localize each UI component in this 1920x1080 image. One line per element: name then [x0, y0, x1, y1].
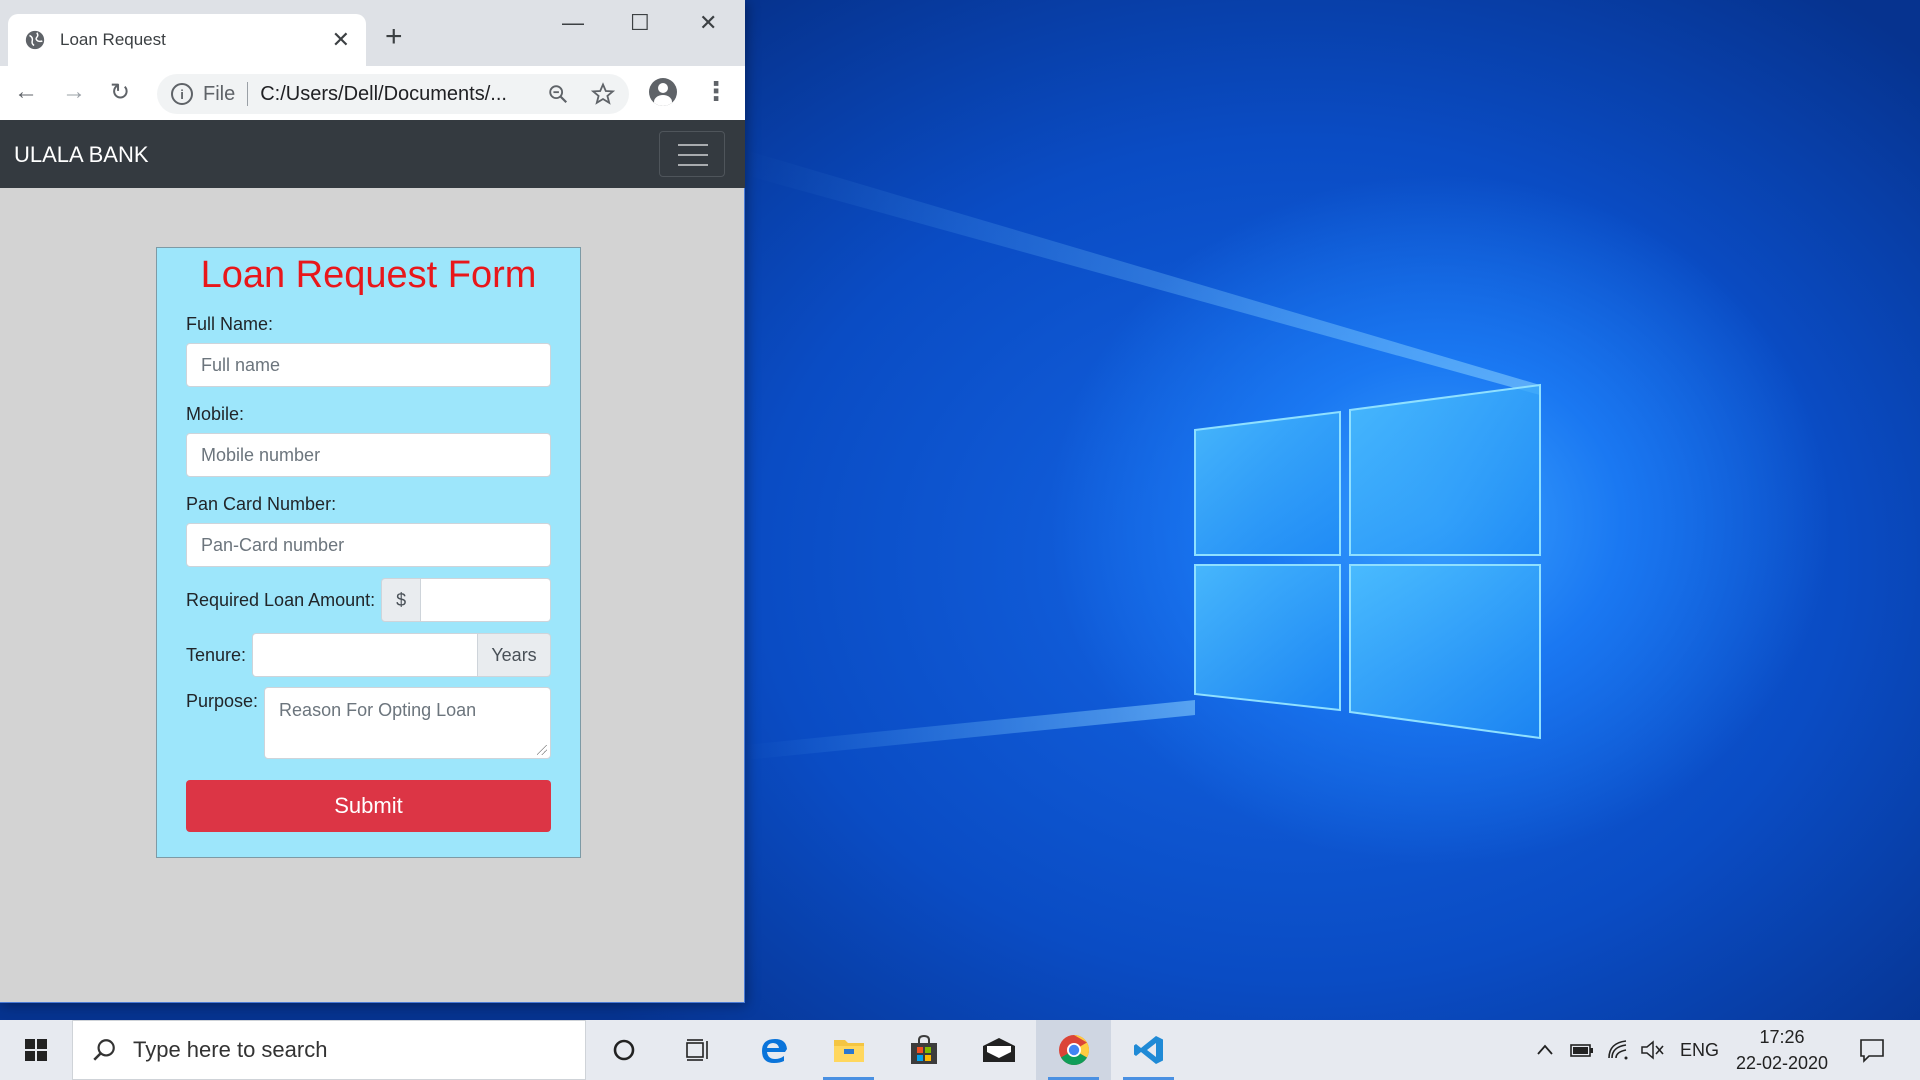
url-scheme: File: [203, 82, 236, 105]
browser-window: Loan Request ✕ + — ☐ ✕ ← → ↻ i File C:/U…: [0, 0, 745, 1003]
folder-icon: [833, 1040, 864, 1062]
forward-button[interactable]: →: [62, 78, 86, 106]
purpose-row: Purpose: Reason For Opting Loan: [186, 687, 551, 759]
zoom-icon[interactable]: [547, 83, 569, 105]
full-name-input[interactable]: Full name: [186, 343, 551, 387]
search-placeholder: Type here to search: [133, 1037, 328, 1062]
form-title: Loan Request Form: [200, 254, 537, 296]
file-explorer-taskbar-button[interactable]: [811, 1020, 886, 1080]
task-view-button[interactable]: [661, 1020, 736, 1080]
mobile-label: Mobile:: [186, 404, 245, 424]
windows-start-icon: [25, 1039, 47, 1061]
loan-amount-label: Required Loan Amount:: [186, 589, 376, 610]
site-navbar: ULALA BANK: [0, 120, 745, 188]
volume-muted-icon[interactable]: [1640, 1038, 1666, 1062]
tenure-row: Tenure: Years: [186, 633, 551, 677]
url-text[interactable]: C:/Users/Dell/Documents/...: [260, 83, 537, 106]
minimize-button[interactable]: —: [562, 10, 584, 36]
store-bag-icon: [910, 1034, 937, 1064]
search-icon: [93, 1039, 115, 1061]
mail-envelope-icon: [982, 1038, 1015, 1062]
dollar-prefix: $: [381, 578, 422, 622]
submit-button[interactable]: Submit: [186, 780, 551, 832]
mobile-input[interactable]: Mobile number: [186, 433, 551, 477]
browser-toolbar: ← → ↻ i File C:/Users/Dell/Documents/...…: [0, 66, 745, 120]
store-taskbar-button[interactable]: [886, 1020, 961, 1080]
pan-card-input[interactable]: Pan-Card number: [186, 523, 551, 567]
battery-icon[interactable]: [1569, 1038, 1595, 1062]
wifi-icon[interactable]: [1606, 1038, 1630, 1062]
menu-kebab-icon[interactable]: ⋮: [703, 78, 729, 104]
site-brand[interactable]: ULALA BANK: [14, 142, 149, 168]
full-name-label: Full Name:: [186, 314, 274, 334]
language-indicator[interactable]: ENG: [1680, 1020, 1719, 1080]
resize-grip-icon[interactable]: [537, 745, 547, 755]
new-tab-button[interactable]: +: [385, 22, 403, 52]
task-view-icon: [685, 1039, 708, 1061]
tab-title: Loan Request: [60, 30, 166, 49]
mail-taskbar-button[interactable]: [961, 1020, 1036, 1080]
vscode-taskbar-button[interactable]: [1111, 1020, 1186, 1080]
purpose-textarea[interactable]: Reason For Opting Loan: [264, 687, 551, 759]
back-button[interactable]: ←: [14, 78, 38, 106]
tab-close-icon[interactable]: ✕: [332, 27, 350, 53]
hamburger-menu-icon[interactable]: [659, 131, 725, 177]
purpose-label: Purpose:: [186, 691, 259, 711]
vscode-icon: [1133, 1036, 1163, 1064]
years-suffix: Years: [478, 633, 551, 677]
url-separator: [247, 82, 249, 106]
notification-center-icon[interactable]: [1858, 1036, 1886, 1064]
taskbar-search-box[interactable]: Type here to search: [72, 1020, 586, 1080]
browser-tab[interactable]: Loan Request ✕: [8, 14, 366, 66]
loan-form: Loan Request Form Full Name: Full name M…: [156, 247, 581, 858]
bookmark-star-icon[interactable]: [591, 82, 615, 106]
globe-icon: [25, 30, 45, 50]
close-window-button[interactable]: ✕: [699, 10, 717, 36]
tenure-input[interactable]: [252, 633, 478, 677]
maximize-button[interactable]: ☐: [630, 10, 650, 36]
loan-amount-row: Required Loan Amount: $: [186, 578, 551, 622]
info-icon[interactable]: i: [171, 83, 193, 105]
chevron-up-icon[interactable]: [1535, 1040, 1555, 1060]
purpose-placeholder: Reason For Opting Loan: [279, 700, 477, 720]
edge-browser-icon: [761, 1039, 787, 1063]
chrome-icon: [1058, 1035, 1089, 1066]
address-bar[interactable]: i File C:/Users/Dell/Documents/...: [157, 74, 629, 114]
chrome-taskbar-button[interactable]: [1036, 1020, 1111, 1080]
edge-taskbar-button[interactable]: [736, 1020, 811, 1080]
tenure-label: Tenure:: [186, 644, 247, 665]
reload-button[interactable]: ↻: [110, 78, 130, 107]
clock-time: 17:26: [1759, 1027, 1805, 1047]
cortana-circle-icon: [613, 1039, 634, 1061]
cortana-button[interactable]: [586, 1020, 661, 1080]
loan-amount-input[interactable]: [421, 578, 551, 622]
profile-avatar-icon[interactable]: [649, 78, 677, 106]
pan-card-label: Pan Card Number:: [186, 494, 337, 514]
clock-date: 22-02-2020: [1735, 1053, 1829, 1073]
tab-strip: Loan Request ✕ + — ☐ ✕: [0, 0, 745, 66]
clock[interactable]: 17:26 22-02-2020: [1727, 1024, 1837, 1076]
start-button[interactable]: [0, 1020, 72, 1080]
taskbar: Type here to search ENG 17:26 22-02-2020: [0, 1020, 1920, 1080]
